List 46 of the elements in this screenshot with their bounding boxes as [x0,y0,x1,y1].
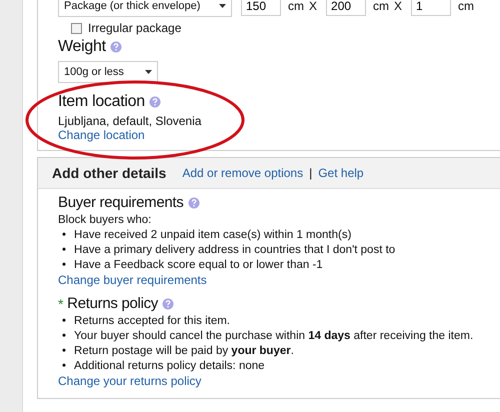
weight-select[interactable]: 100g or less [58,61,158,83]
section-heading: Item location [58,93,145,111]
dimension-field[interactable]: 150 [241,0,281,16]
section-heading: Weight [58,38,106,56]
times-sign: X [309,0,318,13]
package-type-select[interactable]: Package (or thick envelope) [58,0,232,17]
bullet: • [62,344,66,359]
requirement-item: Have a primary delivery address in countries that I don't post to [74,243,396,258]
change-location-link[interactable]: Change location [58,128,145,142]
policy-item: Returns accepted for this item. [74,314,230,329]
options-link[interactable]: Add or remove options [182,166,304,180]
policy-item: Your buyer should cancel the purchase within 14 days after receiving the item. [74,329,474,344]
section-heading: Returns policy [67,295,158,312]
unit-label: cm [288,0,304,13]
intro-text: Block buyers who: [58,214,152,226]
unit-label: cm [373,0,390,13]
caret-icon [219,4,226,8]
help-icon[interactable] [188,196,200,208]
help-link[interactable]: Get help [318,166,364,180]
bullet: • [62,314,66,329]
policy-item: Return postage will be paid by your buyer. [74,344,294,359]
link-separator: | [309,166,312,180]
times-sign: X [394,0,402,13]
help-icon[interactable] [148,96,161,108]
requirement-item: Have received 2 unpaid item case(s) within 1 month(s) [74,228,352,243]
checkbox[interactable] [71,22,82,34]
section-heading: Buyer requirements [58,194,184,211]
bullet: • [62,329,66,344]
unit-label: cm [458,0,474,13]
caret-icon [145,70,152,74]
bullet: • [62,228,66,243]
checkbox-label: Irregular package [88,21,182,35]
policy-item: Additional returns policy details: none [74,359,265,374]
dimension-field[interactable]: 200 [326,0,366,16]
bullet: • [62,359,66,374]
bullet: • [62,243,66,258]
required-mark: * [58,296,64,312]
section-title: Add other details [52,165,166,181]
requirement-item: Have a Feedback score equal to or lower than -1 [74,258,323,273]
help-icon[interactable] [110,41,122,53]
bullet: • [62,258,66,273]
location-text: Ljubljana, default, Slovenia [58,114,202,128]
dimension-field[interactable]: 1 [411,0,452,16]
change-requirements-link[interactable]: Change buyer requirements [58,273,207,287]
change-returns-link[interactable]: Change your returns policy [58,374,202,388]
help-icon[interactable] [162,298,174,310]
